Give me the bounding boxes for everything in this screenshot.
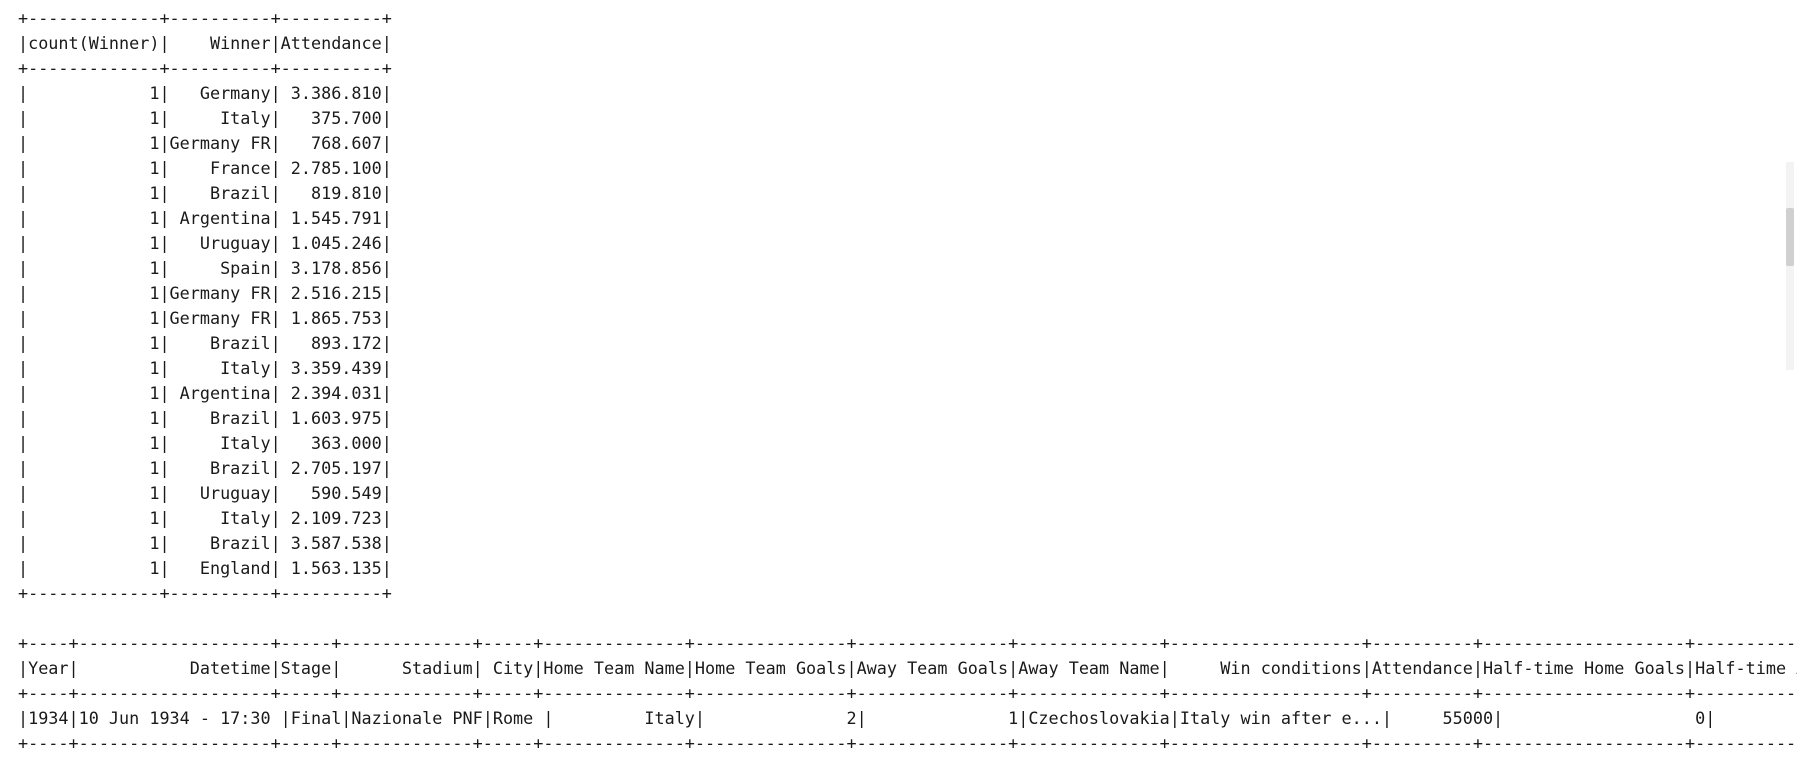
- table-row: |Year| Datetime|Stage| Stadium| City|Hom…: [18, 658, 1797, 678]
- console-output-area: +-------------+----------+----------+ |co…: [0, 0, 1797, 763]
- match-details-table: +----+-------------------+-----+--------…: [18, 631, 1797, 756]
- table-row: | 1| Argentina| 2.394.031|: [18, 383, 392, 403]
- scrollbar-track[interactable]: [1786, 162, 1794, 370]
- table-row: | 1| Uruguay| 590.549|: [18, 483, 392, 503]
- table-row: | 1| England| 1.563.135|: [18, 558, 392, 578]
- table-row: | 1|Germany FR| 768.607|: [18, 133, 392, 153]
- table-row: | 1| Brazil| 2.705.197|: [18, 458, 392, 478]
- table-row: | 1| Italy| 375.700|: [18, 108, 392, 128]
- table-row: | 1| Germany| 3.386.810|: [18, 83, 392, 103]
- table-row: | 1| Brazil| 893.172|: [18, 333, 392, 353]
- table-row: | 1| France| 2.785.100|: [18, 158, 392, 178]
- table-border-line: +-------------+----------+----------+: [18, 8, 392, 28]
- vertical-scrollbar[interactable]: [1786, 0, 1794, 763]
- table-border-line: +----+-------------------+-----+--------…: [18, 733, 1797, 753]
- table-row: | 1|Germany FR| 1.865.753|: [18, 308, 392, 328]
- table-row: | 1| Argentina| 1.545.791|: [18, 208, 392, 228]
- table-row: |count(Winner)| Winner|Attendance|: [18, 33, 392, 53]
- table-row: | 1| Brazil| 1.603.975|: [18, 408, 392, 428]
- table-row: | 1| Uruguay| 1.045.246|: [18, 233, 392, 253]
- table-row: | 1| Spain| 3.178.856|: [18, 258, 392, 278]
- table-row: | 1| Italy| 2.109.723|: [18, 508, 392, 528]
- scrollbar-thumb[interactable]: [1786, 208, 1794, 266]
- table-border-line: +-------------+----------+----------+: [18, 583, 392, 603]
- table-row: |1934|10 Jun 1934 - 17:30 |Final|Naziona…: [18, 708, 1716, 728]
- table-row: | 1|Germany FR| 2.516.215|: [18, 283, 392, 303]
- table-border-line: +----+-------------------+-----+--------…: [18, 683, 1797, 703]
- winner-attendance-table: +-------------+----------+----------+ |co…: [18, 6, 392, 606]
- table-row: | 1| Italy| 363.000|: [18, 433, 392, 453]
- table-row: | 1| Italy| 3.359.439|: [18, 358, 392, 378]
- table-border-line: +----+-------------------+-----+--------…: [18, 633, 1797, 653]
- table-row: | 1| Brazil| 819.810|: [18, 183, 392, 203]
- table-border-line: +-------------+----------+----------+: [18, 58, 392, 78]
- table-row: | 1| Brazil| 3.587.538|: [18, 533, 392, 553]
